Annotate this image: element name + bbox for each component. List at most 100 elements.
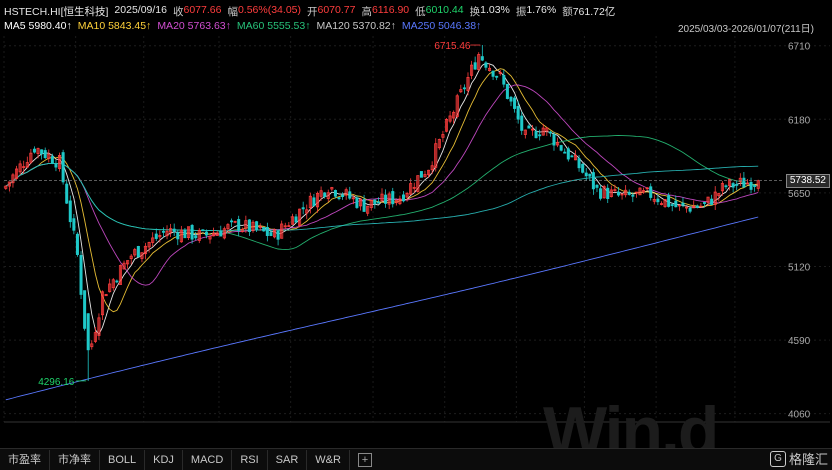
ma120-value: 5370.82↑: [352, 20, 396, 32]
ma20-line: [5, 84, 759, 286]
candle-body: [688, 207, 692, 212]
tab-boll[interactable]: BOLL: [100, 449, 146, 470]
candle-body: [480, 56, 484, 61]
add-indicator-button[interactable]: +: [357, 452, 372, 467]
candle-body: [484, 62, 488, 68]
candle-body: [348, 191, 352, 199]
candle-body: [667, 195, 671, 207]
high-label: 高: [361, 6, 372, 18]
candle-body: [473, 62, 477, 70]
candle-body: [72, 218, 76, 231]
y-tick-label: 5120: [788, 262, 811, 273]
candle-body: [376, 201, 380, 204]
candle-body: [595, 184, 599, 188]
indicator-tabs: 市盈率 市净率 BOLL KDJ MACD RSI SAR W&R + G 格隆…: [0, 448, 832, 470]
candle-body: [190, 224, 194, 240]
candle-body: [373, 199, 377, 205]
candle-body: [237, 219, 241, 231]
candle-body: [505, 83, 509, 99]
candle-body: [627, 191, 631, 195]
candle-body: [570, 155, 574, 158]
candle-body: [742, 177, 746, 188]
candle-body: [513, 97, 517, 109]
candle-body: [419, 171, 423, 178]
candle-body: [86, 313, 90, 351]
candle-body: [516, 106, 520, 120]
ma20-value: 5763.63↑: [187, 20, 231, 32]
candle-body: [276, 230, 280, 240]
ma20-legend: MA20 5763.63↑: [157, 20, 231, 32]
tab-sar[interactable]: SAR: [268, 449, 308, 470]
candle-body: [538, 134, 542, 137]
tab-rsi[interactable]: RSI: [232, 449, 268, 470]
y-tick-label: 6710: [788, 42, 811, 53]
candle-body: [183, 229, 187, 239]
candle-body: [262, 227, 266, 232]
candle-body: [631, 194, 635, 197]
candle-body: [502, 75, 506, 85]
candle-body: [154, 233, 158, 239]
close-value: 6077.66: [183, 4, 222, 16]
candle-body: [384, 194, 388, 204]
candle-body: [509, 96, 513, 102]
current-price-tag: 5738.52: [785, 173, 830, 188]
candle-body: [588, 173, 592, 177]
candle-body: [656, 198, 660, 203]
candle-body: [710, 198, 714, 205]
candle-body: [50, 156, 54, 164]
candle-body: [79, 255, 83, 295]
candle-body: [43, 150, 47, 159]
candle-body: [462, 87, 466, 90]
tab-wr[interactable]: W&R: [307, 449, 350, 470]
candle-body: [735, 184, 739, 186]
low-label: 低: [415, 6, 426, 18]
low-value: 6010.44: [425, 4, 464, 16]
ma250-line: [5, 216, 759, 401]
candle-body: [702, 202, 706, 204]
y-tick-label: 4060: [788, 410, 811, 421]
candle-body: [333, 190, 337, 197]
turnover-label: 换: [469, 6, 481, 18]
candle-body: [61, 152, 65, 183]
candle-body: [204, 231, 208, 236]
open-value: 6070.77: [317, 4, 356, 16]
tab-kdj[interactable]: KDJ: [145, 449, 183, 470]
candle-body: [294, 216, 298, 223]
candle-body: [362, 199, 366, 212]
candle-body: [68, 200, 72, 223]
candle-body: [201, 229, 205, 232]
ma10-legend: MA10 5843.45↑: [77, 20, 152, 32]
candle-body: [401, 194, 406, 202]
candle-body: [255, 221, 259, 230]
tab-pe[interactable]: 市盈率: [0, 449, 50, 470]
tab-macd[interactable]: MACD: [183, 449, 233, 470]
candle-body: [552, 134, 556, 146]
candle-body: [54, 163, 58, 168]
candle-body: [341, 194, 345, 197]
candle-body: [534, 131, 538, 139]
amplitude-value: 1.76%: [526, 4, 557, 16]
candle-body: [355, 197, 359, 208]
candle-body: [115, 280, 119, 283]
candle-body: [681, 202, 685, 206]
y-tick-label: 6180: [788, 115, 811, 126]
low-annotation: 4296.16: [38, 377, 75, 388]
ma250-value: 5046.38↑: [438, 20, 482, 32]
candle-body: [323, 192, 327, 197]
candle-body: [172, 228, 176, 232]
candle-body: [566, 148, 570, 160]
ma-legend: MA5 5980.40↑ MA10 5843.45↑ MA20 5763.63↑…: [4, 20, 487, 34]
candle-body: [40, 149, 44, 155]
ma10-value: 5843.45↑: [108, 20, 152, 32]
tab-pb[interactable]: 市净率: [50, 449, 100, 470]
candle-body: [32, 148, 36, 153]
candle-body: [695, 205, 699, 208]
candle-body: [724, 185, 728, 188]
amount-value: 761.72亿: [572, 6, 616, 18]
kline-chart[interactable]: 67106180565051204590406025-0325-0425-052…: [0, 36, 832, 469]
candle-body: [559, 145, 563, 151]
candle-body: [753, 185, 757, 187]
candle-body: [65, 183, 69, 204]
candle-body: [599, 188, 603, 199]
high-value: 6116.90: [371, 4, 410, 16]
